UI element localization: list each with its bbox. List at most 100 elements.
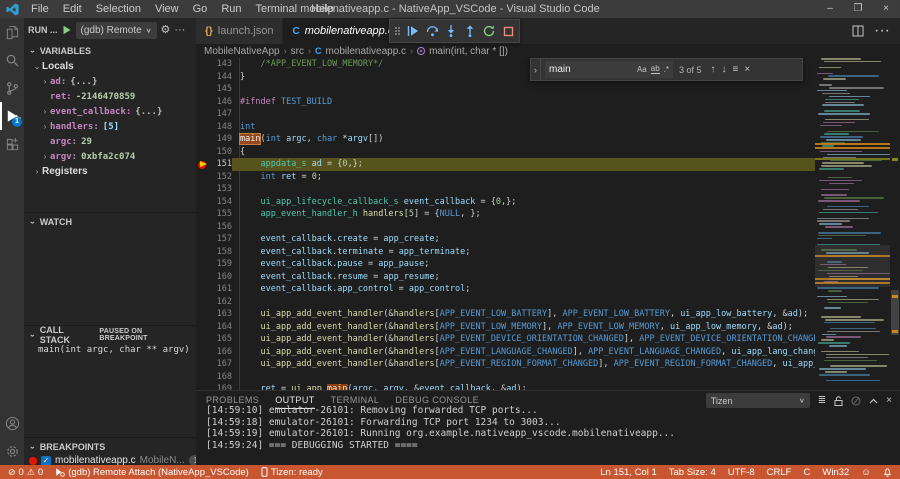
restart-icon[interactable] [481,22,497,40]
status-item[interactable]: Ln 151, Col 1 [600,467,657,478]
glyph-margin[interactable] [196,133,210,146]
status-item[interactable]: CRLF [767,467,792,478]
stack-frame[interactable]: main(int argc, char ** argv) [24,343,196,358]
launch-config-select[interactable]: (gdb) Remote ∨ [76,22,157,39]
find-close-icon[interactable]: × [744,64,750,75]
clear-output-icon[interactable] [851,396,861,406]
variable-row[interactable]: ›ad:{...} [24,74,196,89]
settings-gear-icon[interactable] [0,437,24,465]
code-line[interactable]: 148int [196,121,815,134]
code-line[interactable]: 166 ui_app_add_event_handler(&handlers[A… [196,346,815,359]
whole-word-icon[interactable]: ab [651,65,660,74]
glyph-margin[interactable] [196,196,210,209]
breadcrumb-item[interactable]: src [291,46,304,57]
more-actions-icon[interactable]: ··· [174,25,185,36]
code-line[interactable]: 167 ui_app_add_event_handler(&handlers[A… [196,358,815,371]
glyph-margin[interactable] [196,346,210,359]
glyph-margin[interactable] [196,383,210,390]
minimize-icon[interactable]: – [816,0,844,18]
status-item[interactable]: Win32 [822,467,849,478]
feedback-icon[interactable]: ☺ [861,467,871,478]
source-control-icon[interactable] [0,74,24,102]
code-line[interactable]: 163 ui_app_add_event_handler(&handlers[A… [196,308,815,321]
status-item[interactable]: C [803,467,810,478]
glyph-margin[interactable] [196,296,210,309]
close-panel-icon[interactable]: × [886,396,892,406]
breakpoints-header[interactable]: ⌄ BREAKPOINTS [24,438,196,455]
find-previous-icon[interactable]: ↑ [711,64,716,75]
search-icon[interactable] [0,46,24,74]
step-over-icon[interactable] [424,22,440,40]
glyph-margin[interactable] [196,208,210,221]
code-line[interactable]: 158 event_callback.terminate = app_termi… [196,246,815,259]
step-into-icon[interactable] [443,22,459,40]
status-item[interactable]: UTF-8 [728,467,755,478]
code-line[interactable]: 165 ui_app_add_event_handler(&handlers[A… [196,333,815,346]
debug-session-status[interactable]: (gdb) Remote Attach (NativeApp_VSCode) [55,467,249,478]
code-line[interactable]: 147 [196,108,815,121]
menu-terminal[interactable]: Terminal [249,3,305,15]
find-input[interactable]: main Aa ab .* [545,61,673,78]
code-line[interactable]: 154 ui_app_lifecycle_callback_s event_ca… [196,196,815,209]
find-collapse-icon[interactable]: › [531,59,541,80]
breakpoint-checkbox[interactable]: ✓ [41,456,51,466]
code-line[interactable]: 149main(int argc, char *argv[]) [196,133,815,146]
breadcrumb-item[interactable]: MobileNativeApp [204,46,280,57]
minimap-slider[interactable] [815,245,890,287]
code-line[interactable]: 155 app_event_handler_h handlers[5] = {N… [196,208,815,221]
variable-row[interactable]: ›handlers:[5] [24,119,196,134]
regex-icon[interactable]: .* [664,66,669,74]
code-line[interactable]: 168 [196,371,815,384]
tab-launch-json[interactable]: {} launch.json [196,18,283,44]
watch-header[interactable]: ⌄ WATCH [24,213,196,230]
glyph-margin[interactable] [196,258,210,271]
variable-row[interactable]: ›event_callback:{...} [24,104,196,119]
glyph-margin[interactable] [196,233,210,246]
split-editor-icon[interactable] [852,25,864,37]
output-log[interactable]: [14:59:10] emulator-26101: Removing forw… [196,405,900,465]
minimap[interactable] [815,58,890,390]
code-line[interactable]: 157 event_callback.create = app_create; [196,233,815,246]
glyph-margin[interactable] [196,371,210,384]
menu-view[interactable]: View [148,3,186,15]
breakpoint-item[interactable]: ✓ mobilenativeapp.c MobileN... 151 [24,455,196,465]
tizen-status[interactable]: Tizen: ready [261,467,323,478]
stop-icon[interactable] [500,22,516,40]
code-line[interactable]: 160 event_callback.resume = app_resume; [196,271,815,284]
glyph-margin[interactable] [196,71,210,84]
notifications-bell-icon[interactable] [883,467,892,477]
step-out-icon[interactable] [462,22,478,40]
glyph-margin[interactable] [196,321,210,334]
code-line[interactable]: 162 [196,296,815,309]
output-channel-select[interactable]: Tizen ∨ [706,393,810,408]
restore-icon[interactable]: ❐ [844,0,872,18]
code-editor[interactable]: 143 /*APP_EVENT_LOW_MEMORY*/144}145146#i… [196,58,900,390]
glyph-margin[interactable] [196,358,210,371]
code-line[interactable]: 156 [196,221,815,234]
glyph-margin[interactable] [196,283,210,296]
explorer-icon[interactable] [0,18,24,46]
run-debug-icon[interactable]: 1 [0,102,24,130]
glyph-margin[interactable] [196,221,210,234]
gear-icon[interactable]: ⚙ [161,25,171,36]
menu-edit[interactable]: Edit [56,3,89,15]
code-line[interactable]: 145 [196,83,815,96]
code-line[interactable]: 169 ret = ui_app_main(argc, argv, &event… [196,383,815,390]
code-line[interactable]: 151 appdata_s ad = {0,}; [196,158,815,171]
menu-selection[interactable]: Selection [89,3,148,15]
glyph-margin[interactable] [196,83,210,96]
variables-header[interactable]: ⌄ VARIABLES [24,42,196,59]
maximize-panel-icon[interactable] [869,398,878,404]
call-stack-header[interactable]: ⌄ CALL STACK PAUSED ON BREAKPOINT [24,326,196,343]
continue-icon[interactable] [405,22,421,40]
glyph-margin[interactable] [196,58,210,71]
scroll-lock-icon[interactable] [834,396,843,406]
code-line[interactable]: 146#ifndef TEST_BUILD [196,96,815,109]
glyph-margin[interactable] [196,171,210,184]
extensions-icon[interactable] [0,130,24,158]
start-debug-icon[interactable] [62,25,72,35]
glyph-margin[interactable] [196,308,210,321]
menu-go[interactable]: Go [186,3,215,15]
glyph-margin[interactable] [196,146,210,159]
status-item[interactable]: Tab Size: 4 [669,467,716,478]
